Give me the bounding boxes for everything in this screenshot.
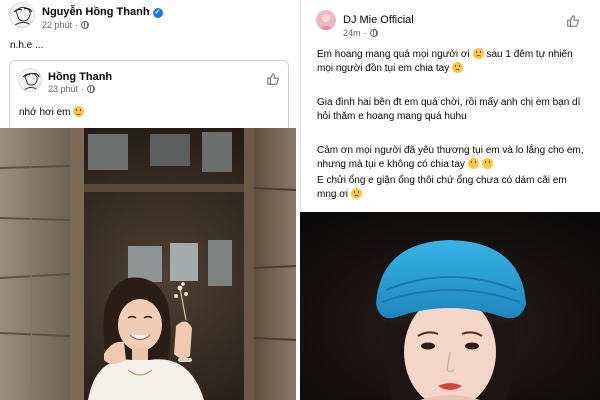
left-facebook-post: Nguyễn Hồng Thanh ✓ 22 phút · n.h.e ... H… bbox=[0, 0, 296, 128]
photo-woman-blue-headscarf-illustration bbox=[300, 212, 600, 400]
sad-emoji-icon bbox=[351, 188, 363, 199]
post-meta[interactable]: 22 phút · bbox=[42, 20, 90, 30]
post-time[interactable]: 24m bbox=[343, 28, 361, 38]
verified-badge-icon: ✓ bbox=[152, 8, 163, 18]
globe-icon bbox=[87, 85, 96, 93]
author-name-text[interactable]: Nguyễn Hồng Thanh bbox=[42, 6, 150, 18]
post-text: n.h.e ... bbox=[10, 40, 44, 51]
author-avatar[interactable] bbox=[316, 10, 336, 30]
post-paragraph-1: Em hoang mang quá mọi người ơi sau 1 đêm… bbox=[317, 48, 587, 76]
post-paragraph-1-line-1: Em hoang mang quá mọi người ơi bbox=[317, 49, 470, 60]
globe-icon bbox=[369, 29, 378, 37]
globe-icon bbox=[81, 21, 90, 29]
shared-post-text-content: nhớ hơi em bbox=[19, 107, 71, 118]
author-avatar[interactable] bbox=[9, 2, 35, 28]
post-paragraph-2: Gia đình hai bên đt em quá chời, rồi mấy… bbox=[317, 97, 581, 122]
shared-post-time[interactable]: 23 phút bbox=[48, 84, 78, 94]
photo-woman-at-window[interactable] bbox=[0, 128, 296, 400]
right-facebook-post: DJ Mie Official 24m · Em hoang mang quá … bbox=[300, 0, 600, 212]
profile-avatar-icon bbox=[319, 14, 333, 30]
shared-post-card[interactable]: Hồng Thanh 23 phút · nhớ hơi em bbox=[9, 60, 289, 128]
shared-author-avatar[interactable] bbox=[18, 68, 42, 92]
post-paragraph-3: Cảm ơn mọi người đã yêu thương tụi em và… bbox=[317, 144, 587, 172]
sketch-portrait-icon bbox=[22, 72, 40, 91]
author-name[interactable]: Nguyễn Hồng Thanh ✓ bbox=[42, 6, 163, 18]
shared-author-name[interactable]: Hồng Thanh bbox=[48, 71, 112, 83]
post-meta[interactable]: 24m · bbox=[343, 28, 378, 38]
smiling-emoji-icon bbox=[73, 106, 85, 117]
laughing-crying-emoji-icon bbox=[467, 158, 479, 169]
shared-post-text: nhớ hơi em bbox=[19, 106, 85, 118]
sad-emoji-icon bbox=[472, 48, 484, 59]
post-paragraph-3-text: Cảm ơn mọi người đã yêu thương tụi em và… bbox=[317, 145, 584, 170]
thumbs-up-icon[interactable] bbox=[266, 72, 280, 86]
post-paragraph-4: E chửi ổng e giận ổng thôi chứ ổng chưa … bbox=[317, 174, 587, 202]
photo-woman-blue-headscarf[interactable] bbox=[300, 212, 600, 400]
photo-woman-at-window-illustration bbox=[0, 128, 296, 400]
shared-post-meta[interactable]: 23 phút · bbox=[48, 84, 96, 94]
sketch-portrait-icon bbox=[13, 6, 33, 26]
post-time[interactable]: 22 phút bbox=[42, 20, 72, 30]
sad-emoji-icon bbox=[452, 62, 464, 73]
laughing-crying-emoji-icon bbox=[481, 158, 493, 169]
author-name[interactable]: DJ Mie Official bbox=[343, 14, 414, 26]
thumbs-up-icon[interactable] bbox=[566, 14, 580, 28]
